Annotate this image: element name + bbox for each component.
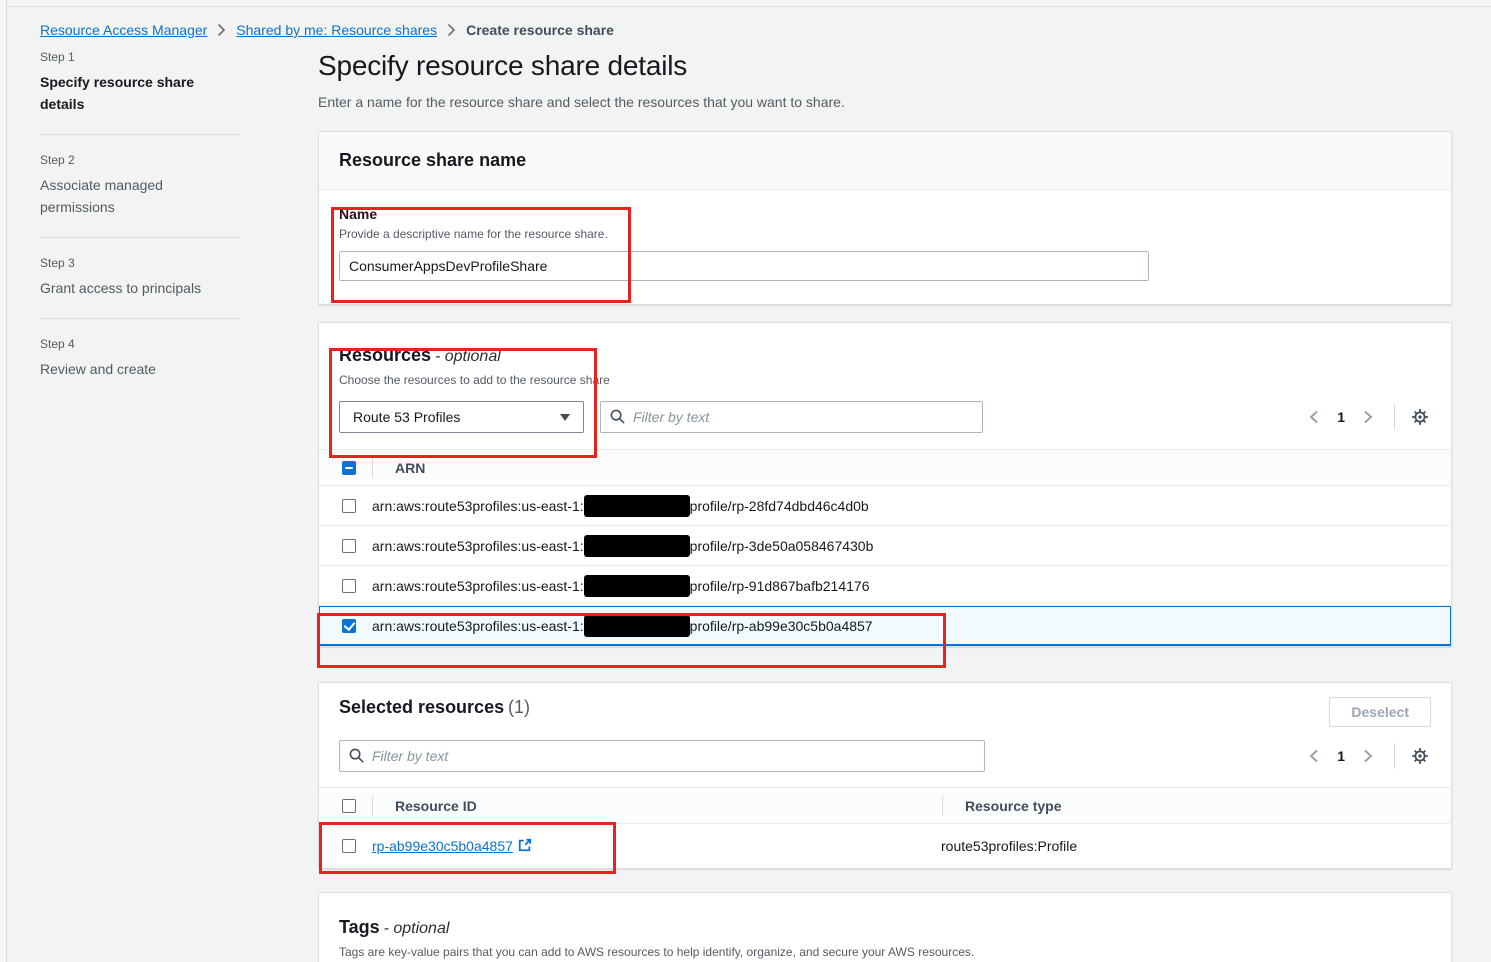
table-row[interactable]: arn:aws:route53profiles:us-east-1:profil… bbox=[319, 486, 1451, 526]
card-title: Resources bbox=[339, 345, 431, 365]
card-title: Selected resources bbox=[339, 697, 504, 717]
column-divider bbox=[942, 796, 943, 816]
next-page-button[interactable] bbox=[1357, 406, 1380, 428]
step-title: Associate managed permissions bbox=[40, 174, 239, 218]
redacted-account-id bbox=[584, 615, 690, 637]
step-2-item: Step 2 Associate managed permissions bbox=[40, 153, 239, 218]
card-title: Tags bbox=[339, 917, 380, 937]
divider bbox=[40, 134, 239, 135]
breadcrumb-chevron-icon bbox=[217, 24, 226, 36]
divider bbox=[1394, 743, 1395, 769]
row-checkbox-checked[interactable] bbox=[342, 619, 356, 633]
select-all-checkbox[interactable] bbox=[342, 799, 356, 813]
arn-value: arn:aws:route53profiles:us-east-1:profil… bbox=[372, 495, 869, 517]
arn-value: arn:aws:route53profiles:us-east-1:profil… bbox=[372, 615, 873, 637]
table-row[interactable]: arn:aws:route53profiles:us-east-1:profil… bbox=[319, 566, 1451, 606]
divider bbox=[1394, 404, 1395, 430]
name-field-label: Name bbox=[339, 206, 1431, 222]
name-field-description: Provide a descriptive name for the resou… bbox=[339, 227, 1431, 241]
step-number: Step 2 bbox=[40, 153, 239, 167]
resource-type-value: route53profiles:Profile bbox=[941, 838, 1077, 854]
console-frame-left-edge bbox=[0, 0, 7, 962]
row-checkbox[interactable] bbox=[342, 499, 356, 513]
resource-id-link[interactable]: rp-ab99e30c5b0a4857 bbox=[372, 838, 532, 855]
card-description: Tags are key-value pairs that you can ad… bbox=[339, 945, 1431, 959]
search-icon bbox=[349, 748, 364, 766]
divider bbox=[40, 237, 239, 238]
resources-filter-input[interactable] bbox=[600, 401, 983, 433]
selected-resources-card: Selected resources (1) Deselect 1 bbox=[318, 682, 1452, 869]
page-title: Specify resource share details bbox=[318, 50, 1452, 82]
previous-page-button[interactable] bbox=[1302, 406, 1325, 428]
selected-count: (1) bbox=[508, 697, 530, 717]
previous-page-button[interactable] bbox=[1302, 745, 1325, 767]
step-title: Grant access to principals bbox=[40, 277, 239, 299]
step-title: Review and create bbox=[40, 358, 239, 380]
resource-id-column-header: Resource ID bbox=[395, 798, 477, 814]
column-divider bbox=[372, 796, 373, 816]
card-header: Resource share name bbox=[319, 132, 1451, 190]
step-number: Step 1 bbox=[40, 50, 239, 64]
row-checkbox[interactable] bbox=[342, 839, 356, 853]
table-row[interactable]: rp-ab99e30c5b0a4857 route53profiles:Prof… bbox=[319, 824, 1451, 868]
row-checkbox[interactable] bbox=[342, 579, 356, 593]
arn-table-header: ARN bbox=[319, 449, 1451, 486]
page-number[interactable]: 1 bbox=[1331, 748, 1351, 764]
step-4-item: Step 4 Review and create bbox=[40, 337, 239, 380]
optional-label: - optional bbox=[384, 920, 450, 937]
card-title: Resource share name bbox=[339, 150, 526, 170]
wizard-steps-nav: Step 1 Specify resource share details St… bbox=[40, 50, 239, 380]
row-checkbox[interactable] bbox=[342, 539, 356, 553]
main-content: Specify resource share details Enter a n… bbox=[318, 0, 1452, 110]
resource-type-selected-value: Route 53 Profiles bbox=[353, 409, 460, 425]
resource-type-dropdown[interactable]: Route 53 Profiles bbox=[339, 401, 584, 433]
step-title: Specify resource share details bbox=[40, 71, 239, 115]
next-page-button[interactable] bbox=[1357, 745, 1380, 767]
console-frame-top-edge bbox=[0, 0, 1491, 7]
name-input[interactable] bbox=[339, 251, 1149, 281]
optional-label: - optional bbox=[435, 348, 501, 365]
arn-column-header: ARN bbox=[395, 460, 425, 476]
redacted-account-id bbox=[584, 535, 690, 557]
deselect-button[interactable]: Deselect bbox=[1329, 697, 1431, 727]
table-settings-gear-icon[interactable] bbox=[1409, 406, 1431, 428]
step-number: Step 4 bbox=[40, 337, 239, 351]
table-row[interactable]: arn:aws:route53profiles:us-east-1:profil… bbox=[319, 526, 1451, 566]
external-link-icon bbox=[518, 838, 532, 855]
page-number[interactable]: 1 bbox=[1331, 409, 1351, 425]
selected-resources-filter-input[interactable] bbox=[339, 740, 985, 772]
redacted-account-id bbox=[584, 575, 690, 597]
table-settings-gear-icon[interactable] bbox=[1409, 745, 1431, 767]
select-all-checkbox[interactable] bbox=[342, 461, 356, 475]
resource-type-column-header: Resource type bbox=[965, 798, 1061, 814]
step-3-item: Step 3 Grant access to principals bbox=[40, 256, 239, 299]
step-number: Step 3 bbox=[40, 256, 239, 270]
search-icon bbox=[610, 409, 625, 427]
selected-table-header: Resource ID Resource type bbox=[319, 787, 1451, 824]
table-row-selected[interactable]: arn:aws:route53profiles:us-east-1:profil… bbox=[319, 606, 1451, 646]
resource-share-name-card: Resource share name Name Provide a descr… bbox=[318, 131, 1452, 305]
card-description: Choose the resources to add to the resou… bbox=[339, 373, 1431, 387]
tags-card: Tags - optional Tags are key-value pairs… bbox=[318, 892, 1452, 962]
column-divider bbox=[372, 458, 373, 478]
step-1-item: Step 1 Specify resource share details bbox=[40, 50, 239, 115]
divider bbox=[40, 318, 239, 319]
arn-value: arn:aws:route53profiles:us-east-1:profil… bbox=[372, 535, 873, 557]
page-subtitle: Enter a name for the resource share and … bbox=[318, 94, 1452, 110]
chevron-down-icon bbox=[560, 414, 570, 421]
resources-card: Resources - optional Choose the resource… bbox=[318, 322, 1452, 647]
arn-value: arn:aws:route53profiles:us-east-1:profil… bbox=[372, 575, 869, 597]
redacted-account-id bbox=[584, 495, 690, 517]
breadcrumb-link-ram[interactable]: Resource Access Manager bbox=[40, 22, 207, 38]
